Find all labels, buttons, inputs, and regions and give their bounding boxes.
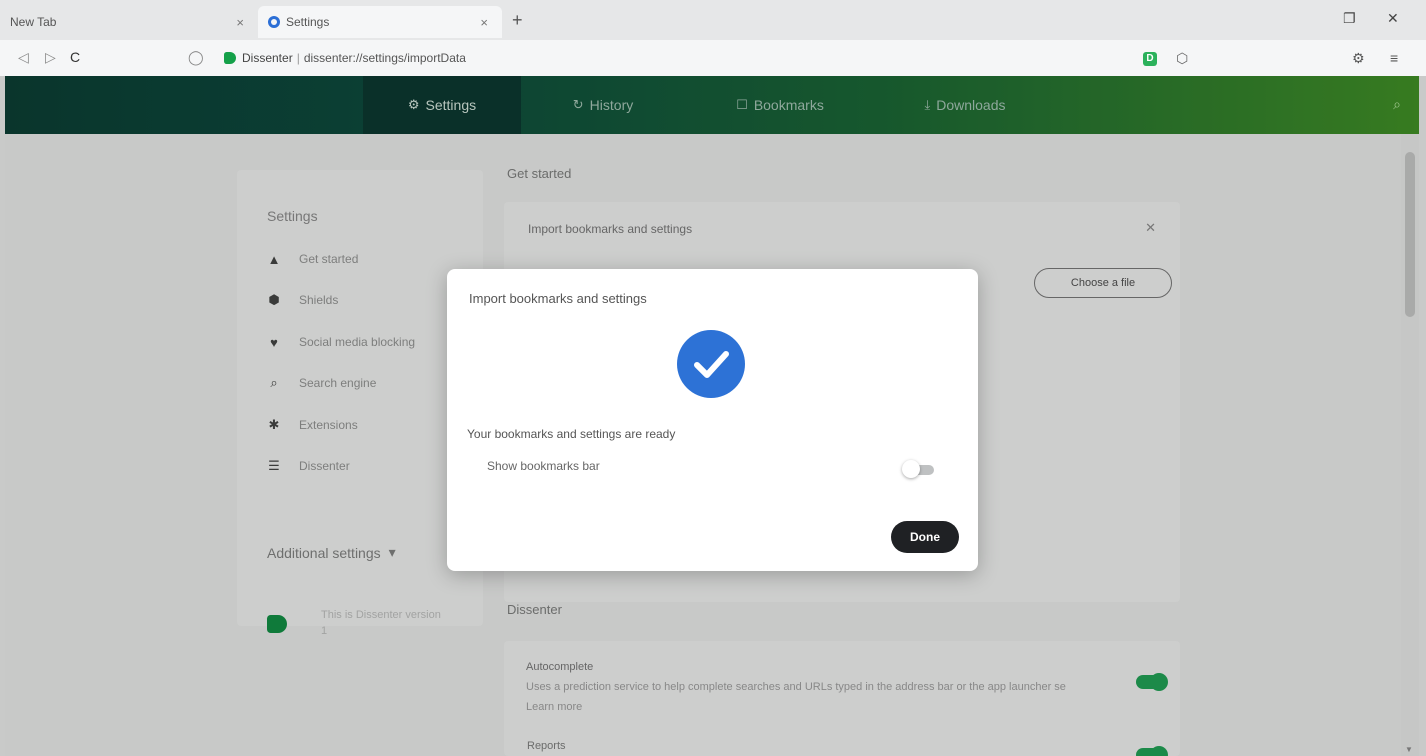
autocomplete-description: Uses a prediction service to help comple… xyxy=(526,681,1066,693)
tab-title: Settings xyxy=(286,15,330,29)
app-header: ⚙ Settings ↻ History ☐ Bookmarks ⤓ Downl… xyxy=(5,76,1419,134)
close-window-icon[interactable]: ✕ xyxy=(1387,10,1399,27)
sidebar-item-label: Dissenter xyxy=(299,459,350,473)
toggle-knob xyxy=(902,460,920,478)
autocomplete-toggle[interactable] xyxy=(1136,673,1168,691)
import-row-label: Import bookmarks and settings xyxy=(528,222,693,236)
nav-tab-settings[interactable]: ⚙ Settings xyxy=(363,76,521,134)
back-icon[interactable]: ◁ xyxy=(18,49,29,66)
nav-tab-bookmarks[interactable]: ☐ Bookmarks xyxy=(705,76,855,134)
tab-settings[interactable]: Settings × xyxy=(258,6,502,38)
nav-tab-label: Bookmarks xyxy=(753,97,824,113)
show-bookmarks-bar-label: Show bookmarks bar xyxy=(487,459,600,473)
reports-toggle[interactable] xyxy=(1136,746,1168,756)
sidebar-item-search-engine[interactable]: ⌕ Search engine xyxy=(267,372,376,394)
shield-icon: ⬢ xyxy=(268,292,280,307)
forward-icon[interactable]: ▷ xyxy=(45,49,56,66)
puzzle-icon: ✱ xyxy=(268,417,280,432)
learn-more-link[interactable]: Learn more xyxy=(526,701,582,713)
thumbs-icon: ♥ xyxy=(270,334,278,350)
nav-tab-label: Settings xyxy=(425,97,477,113)
dialog-title: Import bookmarks and settings xyxy=(469,291,647,306)
sidebar-item-dissenter[interactable]: ☰ Dissenter xyxy=(267,455,350,477)
history-icon: ↻ xyxy=(572,97,584,112)
additional-settings-label: Additional settings xyxy=(267,544,381,561)
download-icon: ⤓ xyxy=(924,97,931,112)
shield-icon[interactable]: ⬡ xyxy=(1176,50,1188,67)
list-icon: ☰ xyxy=(268,458,280,473)
show-bookmarks-bar-toggle[interactable] xyxy=(902,460,934,478)
nav-tab-label: History xyxy=(589,97,634,113)
reports-title: Reports xyxy=(527,740,566,752)
tab-title: New Tab xyxy=(10,15,57,29)
sidebar-item-label: Social media blocking xyxy=(299,335,416,349)
checkmark-icon xyxy=(694,351,729,378)
bookmark-page-icon[interactable]: ◯ xyxy=(188,49,204,66)
url-path: dissenter://settings/importData xyxy=(303,51,466,65)
gear-icon: ⚙ xyxy=(407,97,420,112)
check-circle-icon xyxy=(677,330,745,398)
privacy-heading: Dissenter xyxy=(507,602,562,617)
import-complete-dialog: Import bookmarks and settings Your bookm… xyxy=(447,269,978,571)
choose-file-button[interactable]: Choose a file xyxy=(1034,268,1172,298)
url-field[interactable]: Dissenter | dissenter://settings/importDat… xyxy=(242,51,466,65)
sidebar-item-extensions[interactable]: ✱ Extensions xyxy=(267,414,358,436)
settings-favicon-icon xyxy=(268,16,280,28)
version-text: This is Dissenter version 1 xyxy=(321,609,441,637)
site-name: Dissenter xyxy=(242,51,293,65)
tab-new-tab[interactable]: New Tab × xyxy=(0,6,258,38)
autocomplete-title: Autocomplete xyxy=(526,661,594,673)
scrollbar-thumb[interactable] xyxy=(1405,152,1415,317)
nav-tab-label: Downloads xyxy=(936,97,1006,113)
url-separator: | xyxy=(296,51,300,65)
sidebar-item-shields[interactable]: ⬢ Shields xyxy=(267,289,338,311)
sidebar-item-get-started[interactable]: ▲ Get started xyxy=(267,248,359,270)
tab-close-icon[interactable]: × xyxy=(476,15,492,30)
bookmark-icon: ☐ xyxy=(736,97,748,112)
tab-close-icon[interactable]: × xyxy=(232,15,248,30)
sidebar-item-label: Search engine xyxy=(299,376,377,390)
sidebar-item-label: Shields xyxy=(299,293,339,307)
sidebar-item-label: Get started xyxy=(299,252,359,266)
nav-tab-history[interactable]: ↻ History xyxy=(533,76,673,134)
sidebar-item-social-blocking[interactable]: ♥ Social media blocking xyxy=(267,331,415,353)
close-icon[interactable]: ✕ xyxy=(1145,220,1156,236)
restore-window-icon[interactable]: ❐ xyxy=(1343,10,1356,27)
site-icon xyxy=(224,52,236,64)
search-icon: ⌕ xyxy=(270,375,278,390)
chevron-down-icon: ▾ xyxy=(388,544,396,560)
reload-icon[interactable]: C xyxy=(70,49,80,65)
browser-tab-bar: New Tab × Settings × + ❐ ✕ xyxy=(0,0,1426,40)
menu-icon[interactable]: ≡ xyxy=(1390,50,1398,66)
additional-settings-toggle[interactable]: Additional settings ▾ xyxy=(267,544,396,561)
sidebar-title: Settings xyxy=(267,208,318,224)
privacy-card: Autocomplete Uses a prediction service t… xyxy=(504,641,1180,756)
scroll-down-icon[interactable]: ▼ xyxy=(1405,745,1413,754)
dissenter-extension-icon[interactable]: D xyxy=(1143,52,1157,66)
new-tab-button[interactable]: + xyxy=(512,11,523,29)
address-bar: ◁ ▷ C ◯ Dissenter | dissenter://settings/i… xyxy=(0,40,1426,76)
search-icon[interactable]: ⌕ xyxy=(1393,96,1401,113)
nav-tab-downloads[interactable]: ⤓ Downloads xyxy=(885,76,1045,134)
rocket-icon: ▲ xyxy=(267,251,281,267)
done-button[interactable]: Done xyxy=(891,521,959,553)
dialog-message: Your bookmarks and settings are ready xyxy=(467,427,676,441)
get-started-heading: Get started xyxy=(507,166,572,181)
page-scrollbar[interactable]: ▼ xyxy=(1401,134,1419,756)
settings-gear-icon[interactable]: ⚙ xyxy=(1352,50,1365,67)
sidebar-item-label: Extensions xyxy=(299,418,358,432)
dissenter-logo-icon xyxy=(267,615,287,633)
